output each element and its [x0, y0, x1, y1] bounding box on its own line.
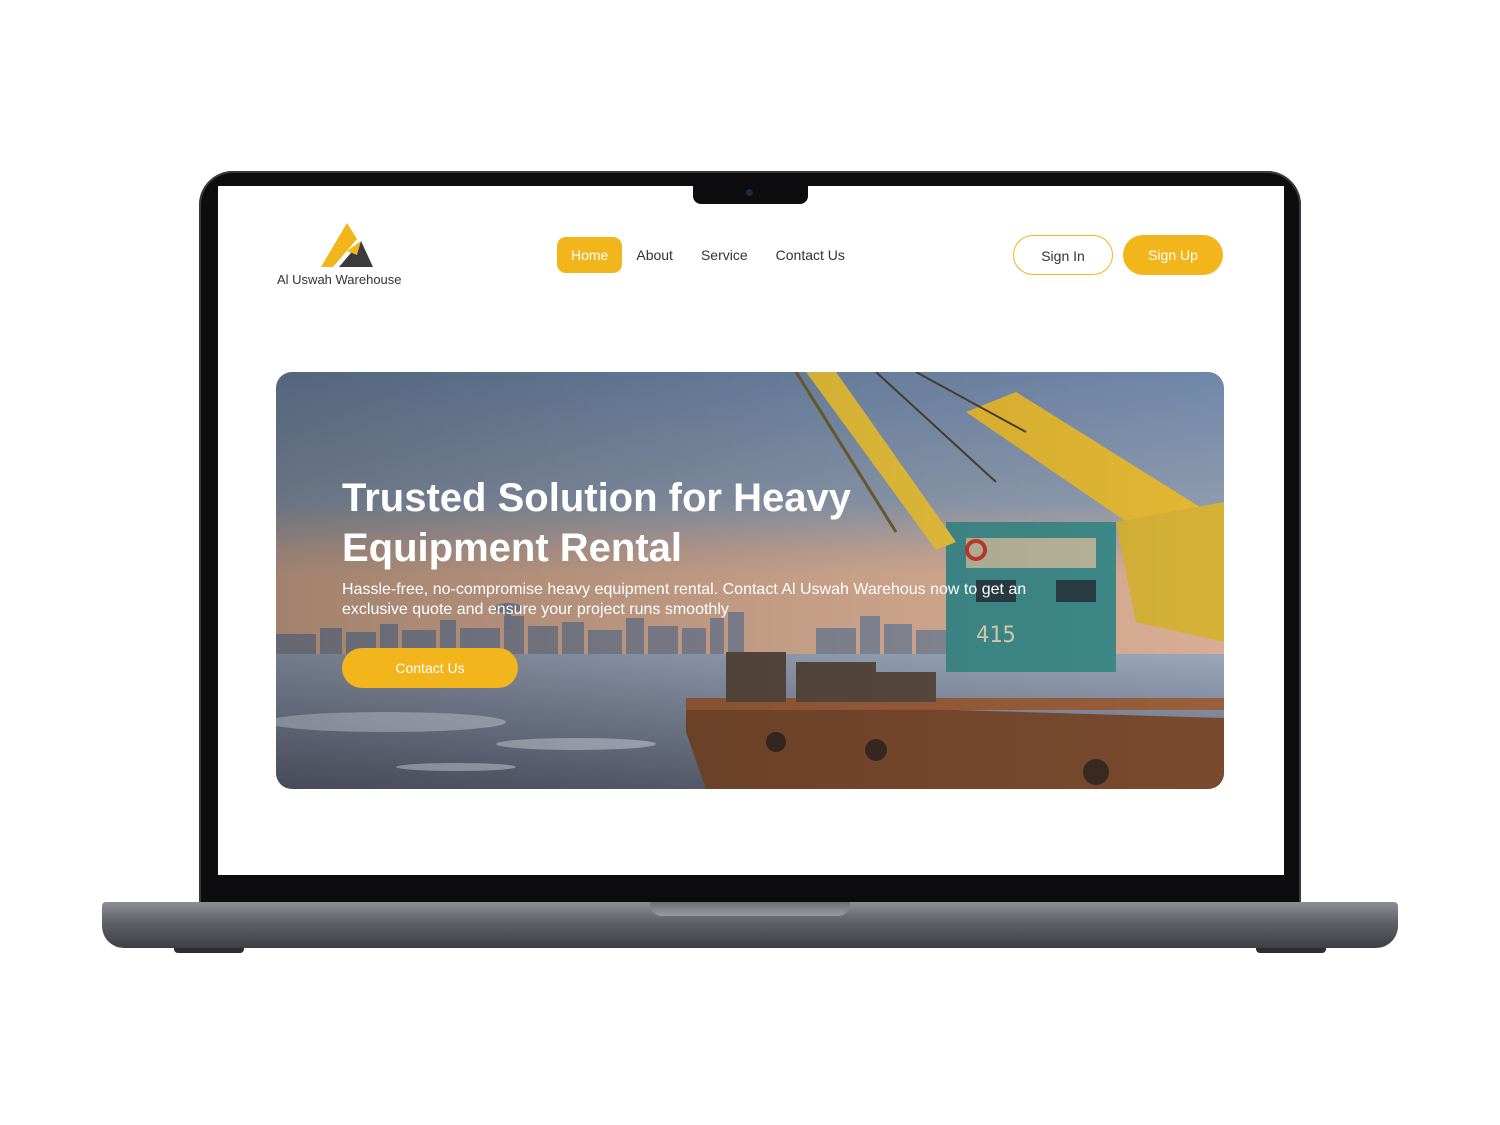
nav-contact-us[interactable]: Contact Us — [762, 237, 859, 273]
laptop-opening-notch — [650, 902, 850, 916]
nav-about[interactable]: About — [622, 237, 687, 273]
contact-us-button[interactable]: Contact Us — [342, 648, 518, 688]
brand-logo[interactable]: Al Uswah Warehouse — [277, 221, 417, 291]
hero-subtitle: Hassle-free, no-compromise heavy equipme… — [342, 581, 1027, 618]
main-nav: Home About Service Contact Us — [557, 237, 859, 273]
logo-mark-icon — [321, 223, 373, 267]
hero-banner: 415 Trusted Solution for Heavy Equipment… — [276, 372, 1224, 789]
camera-icon — [746, 189, 753, 196]
hero-title: Trusted Solution for Heavy Equipment Ren… — [342, 476, 851, 570]
nav-service[interactable]: Service — [687, 237, 762, 273]
sign-up-button[interactable]: Sign Up — [1123, 235, 1223, 275]
laptop-foot-left — [174, 948, 244, 953]
sign-in-button[interactable]: Sign In — [1013, 235, 1113, 275]
nav-home[interactable]: Home — [557, 237, 623, 273]
brand-name: Al Uswah Warehouse — [277, 272, 402, 287]
laptop-foot-right — [1256, 948, 1326, 953]
